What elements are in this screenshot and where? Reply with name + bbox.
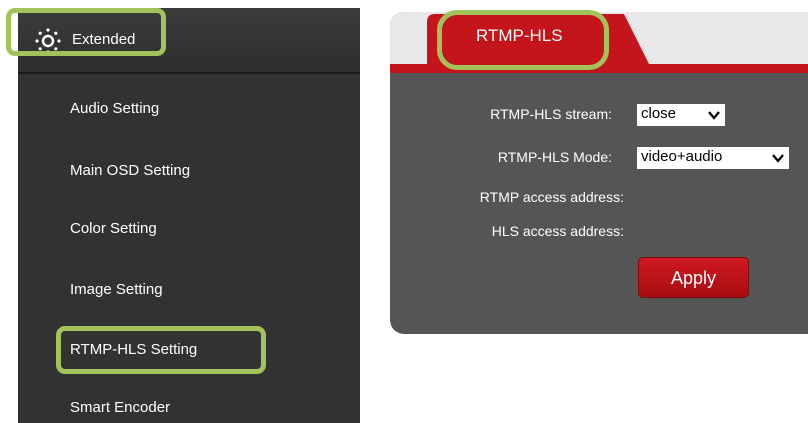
- mode-label: RTMP-HLS Mode:: [497, 149, 612, 165]
- chevron-down-icon: [772, 154, 784, 163]
- stream-select-value: close: [641, 105, 677, 122]
- sidebar-item-color-setting[interactable]: Color Setting: [70, 220, 157, 237]
- sidebar-item-smart-encoder[interactable]: Smart Encoder: [70, 399, 170, 416]
- rtmp-hls-setting-highlight: [56, 326, 266, 374]
- chevron-down-icon: [708, 111, 720, 120]
- stream-label: RTMP-HLS stream:: [490, 106, 612, 122]
- extended-highlight: [6, 8, 166, 56]
- sidebar-item-main-osd-setting[interactable]: Main OSD Setting: [70, 162, 190, 179]
- apply-button[interactable]: Apply: [638, 257, 749, 298]
- stream-select[interactable]: close: [637, 104, 725, 126]
- hls-address-label: HLS access address:: [491, 223, 624, 239]
- rtmp-address-label: RTMP access address:: [479, 189, 624, 205]
- mode-select-value: video+audio: [641, 148, 723, 165]
- sidebar-item-audio-setting[interactable]: Audio Setting: [70, 100, 159, 117]
- sidebar-item-image-setting[interactable]: Image Setting: [70, 281, 163, 298]
- tab-highlight: [437, 10, 609, 70]
- mode-select[interactable]: video+audio: [637, 147, 789, 169]
